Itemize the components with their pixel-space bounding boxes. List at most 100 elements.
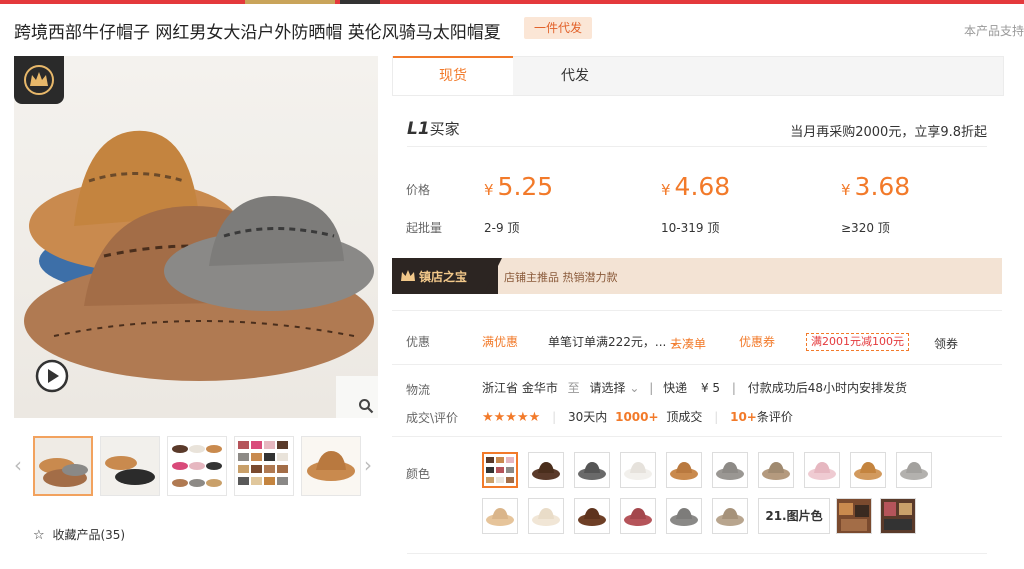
zoom-button[interactable] — [358, 398, 374, 414]
swatch-photo-image — [881, 499, 915, 533]
color-swatch-slate[interactable] — [666, 498, 702, 534]
divider — [392, 364, 1002, 365]
color-label: 颜色 — [406, 467, 431, 481]
thumb-tan-hat-image — [302, 437, 360, 495]
title-row: 跨境西部牛仔帽子 网红男女大沿户外防晒帽 英伦风骑马太阳帽夏 一件代发 本产品支… — [14, 16, 1024, 44]
color-swatch-tan[interactable] — [666, 452, 702, 488]
rating-stars: ★★★★★ — [482, 410, 541, 425]
swatch-hat-image — [670, 508, 698, 526]
coupon-label: 优惠券 — [739, 335, 776, 349]
review-count[interactable]: 10+ — [730, 410, 757, 424]
price-label: 价格 — [406, 183, 431, 197]
separator: | — [731, 381, 736, 395]
price-value: 3.68 — [854, 172, 911, 201]
banner-slant — [484, 258, 502, 294]
play-icon — [35, 359, 69, 393]
product-title: 跨境西部牛仔帽子 网红男女大沿户外防晒帽 英伦风骑马太阳帽夏 — [14, 23, 501, 43]
logistics-row: 浙江省 金华市 至 请选择 ⌄ | 快递 ¥ 5 | 付款成功后48小时内安排发… — [482, 379, 907, 396]
color-swatch-cream[interactable] — [528, 498, 564, 534]
top-tab-hint-dark — [340, 0, 380, 4]
color-swatch-light-gray[interactable] — [896, 452, 932, 488]
top-accent-bar — [0, 0, 1024, 4]
dropship-badge[interactable]: 一件代发 — [524, 17, 593, 39]
banner-tags: 店铺主推品 热销潜力款 — [504, 271, 618, 284]
deals-row: ★★★★★ | 30天内 1000+ 顶成交 | 10+条评价 — [482, 408, 793, 425]
crown-icon — [401, 270, 415, 281]
color-swatch-camel[interactable] — [850, 452, 886, 488]
color-swatch-rose[interactable] — [620, 498, 656, 534]
swatch-hat-image — [716, 508, 744, 526]
swatch-hat-image — [624, 508, 652, 526]
product-support-link[interactable]: 本产品支持 — [964, 22, 1024, 39]
color-swatch-gray[interactable] — [712, 452, 748, 488]
price-tier-3: ¥3.68 — [841, 172, 910, 201]
color-swatch-chocolate[interactable] — [574, 498, 610, 534]
chevron-down-icon: ⌄ — [670, 335, 681, 349]
color-swatch-pink[interactable] — [804, 452, 840, 488]
swatch-hat-image — [900, 462, 928, 480]
color-swatch-khaki[interactable] — [758, 452, 794, 488]
ship-destination-label: 请选择 — [589, 381, 626, 395]
currency-symbol: ¥ — [484, 181, 494, 199]
ship-note: 付款成功后48小时内安排发货 — [747, 381, 908, 395]
thumbnail-2[interactable] — [100, 436, 160, 496]
play-video-button[interactable] — [35, 359, 69, 393]
price-tier-1: ¥5.25 — [484, 172, 553, 201]
divider — [392, 436, 1002, 437]
color-swatch-photo-1[interactable] — [836, 498, 872, 534]
swatch-hat-image — [532, 462, 560, 480]
moq-tier-1: 2-9 顶 — [484, 221, 520, 235]
tab-dropship[interactable]: 代发 — [515, 57, 635, 95]
chevron-down-icon: ⌄ — [629, 381, 640, 395]
ship-fee: ¥ 5 — [700, 381, 721, 395]
swatch-hat-image — [762, 462, 790, 480]
color-swatch-sand[interactable] — [482, 498, 518, 534]
thumbnail-3[interactable] — [167, 436, 227, 496]
currency-symbol: ¥ — [661, 181, 671, 199]
review-count-unit: 条评价 — [756, 410, 793, 424]
swatch-hat-image — [808, 462, 836, 480]
color-swatch-dark-brown[interactable] — [528, 452, 564, 488]
deal-period: 30天内 — [567, 410, 608, 424]
thumb-hats-image — [35, 438, 91, 494]
divider — [392, 310, 1002, 311]
favorite-product[interactable]: ☆ 收藏产品(35) — [33, 526, 125, 543]
color-swatch-white[interactable] — [620, 452, 656, 488]
swatch-hat-image — [624, 462, 652, 480]
deals-label: 成交\评价 — [406, 411, 459, 425]
full-discount-tag: 满优惠 — [482, 335, 519, 349]
thumbnail-4[interactable] — [234, 436, 294, 496]
discount-row: 满优惠 单笔订单满222元，... 去凑单 ⌄ 优惠券 满2001元减100元 … — [482, 331, 992, 351]
color-swatch-photo-2[interactable] — [880, 498, 916, 534]
store-crown-badge — [14, 56, 64, 104]
ship-destination-select[interactable]: 请选择 ⌄ — [590, 381, 640, 395]
thumbnail-1[interactable] — [33, 436, 93, 496]
tab-in-stock[interactable]: 现货 — [393, 56, 513, 95]
store-treasure-banner[interactable]: 镇店之宝 店铺主推品 热销潜力款 — [392, 258, 1002, 294]
moq-tier-2: 10-319 顶 — [661, 221, 720, 235]
color-swatch-taupe[interactable] — [712, 498, 748, 534]
moq-label: 起批量 — [406, 221, 443, 235]
thumb-color-grid-image — [235, 437, 293, 495]
ship-method: 快递 — [663, 381, 688, 395]
discount-label: 优惠 — [406, 335, 431, 349]
deal-count-unit: 顶成交 — [666, 410, 703, 424]
crown-icon — [24, 65, 54, 95]
thumb-prev-icon[interactable]: ‹ — [14, 454, 26, 476]
thumb-next-icon[interactable]: › — [364, 454, 376, 476]
tab-bar: 现货 代发 — [392, 56, 1004, 96]
separator: | — [649, 381, 654, 395]
color-option-image-color[interactable]: 21.图片色 — [758, 498, 830, 534]
thumbnail-5[interactable] — [301, 436, 361, 496]
separator: | — [552, 410, 557, 424]
swatch-multi-image — [486, 457, 514, 483]
price-value: 5.25 — [497, 172, 554, 201]
color-swatch-grid[interactable] — [482, 452, 518, 488]
buyer-level-code: L1 — [407, 119, 430, 139]
thumb-hats-grid-image — [168, 437, 226, 495]
magnifier-icon — [359, 399, 374, 414]
discount-rule: 单笔订单满222元，... — [548, 335, 667, 349]
color-swatch-charcoal[interactable] — [574, 452, 610, 488]
coupon-ticket[interactable]: 满2001元减100元 — [806, 333, 909, 351]
swatch-hat-image — [578, 462, 606, 480]
